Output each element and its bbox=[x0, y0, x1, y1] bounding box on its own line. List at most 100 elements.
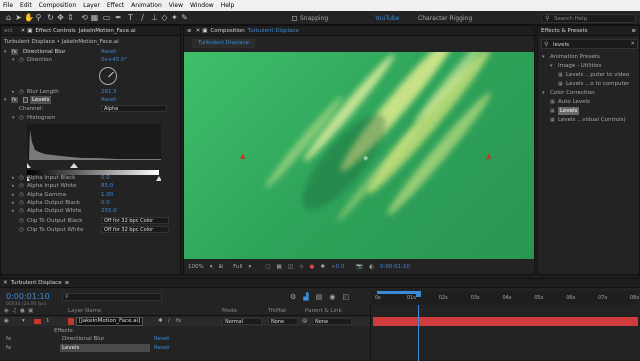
input-white-handle[interactable] bbox=[70, 163, 78, 168]
tree-item[interactable]: ▦ Levels ...puter to video bbox=[538, 71, 639, 79]
graph-editor-icon[interactable]: ◰ bbox=[342, 293, 349, 301]
reset-button[interactable]: Reset bbox=[101, 96, 116, 104]
parent-select[interactable]: None bbox=[312, 318, 352, 325]
reset-button[interactable]: Reset bbox=[154, 345, 169, 351]
expand-triangle-icon[interactable]: ▾ bbox=[4, 96, 7, 104]
expand-triangle-icon[interactable]: ▸ bbox=[12, 182, 15, 190]
grid-icon[interactable]: ⊞ bbox=[219, 264, 224, 270]
menu-edit[interactable]: Edit bbox=[20, 2, 32, 9]
tab-composition[interactable]: Composition bbox=[210, 28, 244, 34]
expand-triangle-icon[interactable]: ▸ bbox=[12, 199, 15, 207]
blur-length-value[interactable]: 261.5 bbox=[101, 88, 117, 96]
channel-icon[interactable]: ● bbox=[310, 264, 315, 270]
layer-name[interactable]: [JakeInMotion_Face.ai] bbox=[76, 317, 144, 326]
stopwatch-icon[interactable]: ◷ bbox=[19, 226, 24, 234]
stopwatch-icon[interactable]: ◷ bbox=[19, 114, 24, 122]
effects-search-field[interactable]: ⚲ levels ✕ bbox=[541, 39, 638, 49]
brush-tool-icon[interactable]: ∕ bbox=[138, 13, 147, 22]
roto-tool-icon[interactable]: ✎ bbox=[180, 13, 189, 22]
zoom-dropdown[interactable]: 100% bbox=[188, 264, 204, 270]
pickwhip-icon[interactable]: @ bbox=[302, 318, 308, 324]
effect-row-name-selected[interactable]: Levels bbox=[60, 344, 150, 352]
home-icon[interactable]: ⌂ bbox=[4, 13, 13, 22]
expand-triangle-icon[interactable]: ▸ bbox=[12, 207, 15, 215]
tab-effect-controls[interactable]: Effect Controls bbox=[35, 28, 75, 34]
resolution-dropdown[interactable]: Full bbox=[233, 264, 242, 270]
menu-layer[interactable]: Layer bbox=[83, 2, 100, 9]
eraser-tool-icon[interactable]: ◇ bbox=[160, 13, 169, 22]
tree-category[interactable]: ▾ Color Correction bbox=[538, 89, 639, 97]
direction-dial[interactable] bbox=[99, 67, 117, 85]
stopwatch-icon[interactable]: ◷ bbox=[19, 88, 24, 96]
shy-icon[interactable]: ▟ bbox=[303, 293, 308, 301]
pan-tool-icon[interactable]: ✥ bbox=[56, 13, 65, 22]
stopwatch-icon[interactable]: ◷ bbox=[19, 191, 24, 199]
motion-blur-icon[interactable]: ◉ bbox=[329, 293, 335, 301]
crosshair-icon[interactable]: ⊹ bbox=[299, 264, 304, 270]
reset-button[interactable]: Reset bbox=[154, 336, 169, 342]
stopwatch-icon[interactable]: ◷ bbox=[19, 207, 24, 215]
orbit-tool-icon[interactable]: ↻ bbox=[46, 13, 55, 22]
pen-tool-icon[interactable]: ✒ bbox=[114, 13, 123, 22]
exposure-value[interactable]: +0.0 bbox=[331, 264, 344, 270]
show-snapshot-icon[interactable]: ◐ bbox=[369, 264, 374, 270]
clip-black-select[interactable]: Off for 32 bpc Color bbox=[101, 217, 169, 224]
type-tool-icon[interactable]: T bbox=[126, 13, 135, 22]
stopwatch-icon[interactable]: ◷ bbox=[19, 174, 24, 182]
menu-help[interactable]: Help bbox=[221, 2, 235, 9]
rectangle-tool-icon[interactable]: ▭ bbox=[102, 13, 111, 22]
tab-project-partial[interactable]: ect bbox=[4, 28, 13, 34]
search-help-field[interactable]: ⚲ Search Help bbox=[541, 14, 636, 23]
mask-icon[interactable]: ◫ bbox=[288, 264, 293, 270]
fx-icon[interactable]: fx bbox=[11, 49, 18, 55]
tree-item[interactable]: ▦ Levels bbox=[538, 107, 639, 115]
trkmat-select[interactable]: None bbox=[268, 318, 298, 325]
puppet-tool-icon[interactable]: ✦ bbox=[170, 13, 179, 22]
panel-menu-icon[interactable]: ≡ bbox=[631, 28, 636, 34]
tab-comp-name[interactable]: Turbulent Displace bbox=[248, 28, 299, 34]
reset-button[interactable]: Reset bbox=[101, 48, 116, 56]
anchor-point-right-icon[interactable]: ▲ bbox=[486, 152, 491, 160]
hand-tool-icon[interactable]: ✋ bbox=[24, 13, 34, 22]
effect-row-name[interactable]: Directional Blur bbox=[62, 336, 105, 342]
menu-icon[interactable]: ≡ bbox=[187, 28, 192, 34]
expand-triangle-icon[interactable]: ▸ bbox=[12, 191, 15, 199]
comp-subtab[interactable]: Turbulent Displace bbox=[192, 39, 255, 48]
fx-icon[interactable]: fx bbox=[11, 97, 18, 103]
expand-triangle-icon[interactable]: ▾ bbox=[4, 48, 7, 56]
menu-animation[interactable]: Animation bbox=[131, 2, 162, 9]
label-color-swatch[interactable] bbox=[34, 319, 41, 324]
menu-composition[interactable]: Composition bbox=[39, 2, 76, 9]
tree-category[interactable]: ▾ Animation Presets bbox=[538, 53, 639, 61]
draft-3d-icon[interactable]: ⚙ bbox=[290, 293, 296, 301]
stopwatch-icon[interactable]: ◷ bbox=[19, 182, 24, 190]
close-icon[interactable]: ✕ bbox=[3, 280, 8, 286]
color-management-icon[interactable]: ✱ bbox=[320, 264, 325, 270]
stopwatch-icon[interactable]: ◷ bbox=[19, 199, 24, 207]
expand-triangle-icon[interactable]: ▸ bbox=[12, 88, 15, 96]
work-area-bar[interactable] bbox=[377, 291, 419, 294]
composition-viewer[interactable]: ▲ ▲ ◆ bbox=[184, 52, 534, 259]
menu-view[interactable]: View bbox=[169, 2, 183, 9]
menu-window[interactable]: Window bbox=[190, 2, 214, 9]
expand-triangle-icon[interactable]: ▾ bbox=[22, 318, 25, 324]
zoom-tool-icon[interactable]: ⚲ bbox=[34, 13, 43, 22]
param-value[interactable]: 0.0 bbox=[101, 199, 110, 207]
expand-triangle-icon[interactable]: ▾ bbox=[12, 114, 15, 122]
transparency-grid-icon[interactable]: ▦ bbox=[276, 264, 281, 270]
fx-switch-icon[interactable]: fx bbox=[176, 318, 181, 324]
region-icon[interactable]: ▢ bbox=[265, 264, 270, 270]
snapshot-icon[interactable]: 📷 bbox=[356, 264, 363, 270]
tab-effects-presets[interactable]: Effects & Presets bbox=[541, 28, 588, 34]
tree-item[interactable]: ▦ Levels ...vidual Controls) bbox=[538, 116, 639, 124]
workspace-character-rigging[interactable]: Character Rigging bbox=[418, 15, 472, 22]
tree-item[interactable]: ▦ Levels ...o to computer bbox=[538, 80, 639, 88]
stopwatch-icon[interactable]: ◷ bbox=[19, 56, 24, 64]
input-black-handle[interactable] bbox=[27, 163, 31, 168]
clone-tool-icon[interactable]: ⊥ bbox=[150, 13, 159, 22]
param-value[interactable]: 0.0 bbox=[101, 174, 110, 182]
tree-item[interactable]: ▦ Auto Levels bbox=[538, 98, 639, 106]
playhead[interactable] bbox=[416, 291, 422, 297]
snapping-checkbox[interactable] bbox=[292, 16, 297, 21]
layer-duration-bar[interactable] bbox=[373, 317, 638, 326]
